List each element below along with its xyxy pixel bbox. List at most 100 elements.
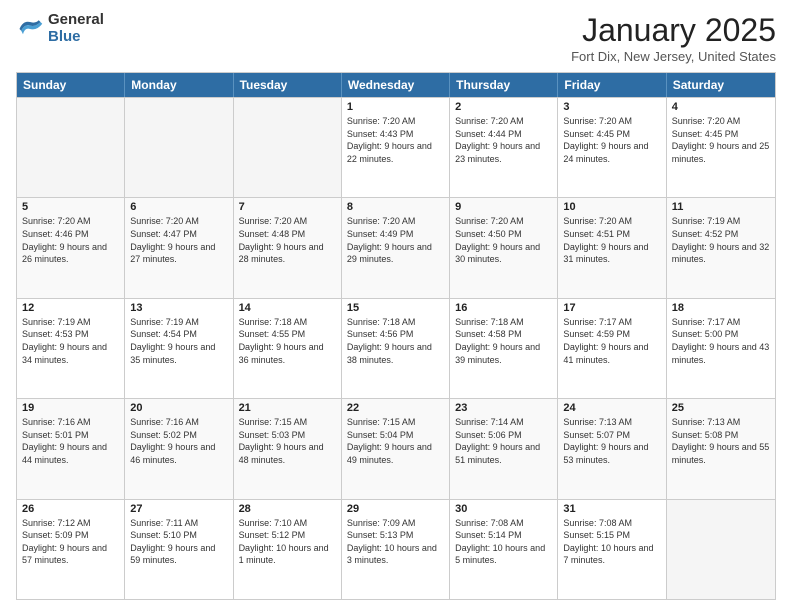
day-number: 2 (455, 101, 552, 113)
day-cell-5-5: 30 Sunrise: 7:08 AM Sunset: 5:14 PM Dayli… (450, 500, 558, 599)
calendar-header-row: Sunday Monday Tuesday Wednesday Thursday… (17, 73, 775, 97)
day-info: Sunrise: 7:20 AM Sunset: 4:47 PM Dayligh… (130, 215, 227, 265)
day-number: 19 (22, 402, 119, 414)
day-cell-1-7: 4Sunrise: 7:20 AM Sunset: 4:45 PM Daylig… (667, 98, 775, 197)
day-cell-2-7: 11Sunrise: 7:19 AM Sunset: 4:52 PM Dayli… (667, 198, 775, 297)
day-info: Sunrise: 7:18 AM Sunset: 4:55 PM Dayligh… (239, 316, 336, 366)
day-number: 1 (347, 101, 444, 113)
day-cell-5-6: 31Sunrise: 7:08 AM Sunset: 5:15 PM Dayli… (558, 500, 666, 599)
day-number: 21 (239, 402, 336, 414)
day-cell-4-1: 19 Sunrise: 7:16 AM Sunset: 5:01 PM Dayli… (17, 399, 125, 498)
title-block: January 2025 Fort Dix, New Jersey, Unite… (571, 12, 776, 64)
day-info: Sunrise: 7:19 AM Sunset: 4:54 PM Dayligh… (130, 316, 227, 366)
day-cell-1-4: 1 Sunrise: 7:20 AM Sunset: 4:43 PM Daylig… (342, 98, 450, 197)
day-cell-3-1: 12Sunrise: 7:19 AM Sunset: 4:53 PM Dayli… (17, 299, 125, 398)
day-cell-2-5: 9 Sunrise: 7:20 AM Sunset: 4:50 PM Daylig… (450, 198, 558, 297)
day-info: Sunrise: 7:17 AM Sunset: 4:59 PM Dayligh… (563, 316, 660, 366)
day-info: Sunrise: 7:10 AM Sunset: 5:12 PM Dayligh… (239, 517, 336, 567)
day-cell-5-7 (667, 500, 775, 599)
day-info: Sunrise: 7:20 AM Sunset: 4:45 PM Dayligh… (672, 115, 770, 165)
day-cell-5-4: 29Sunrise: 7:09 AM Sunset: 5:13 PM Dayli… (342, 500, 450, 599)
header-tuesday: Tuesday (234, 73, 342, 97)
logo-icon (16, 15, 44, 43)
day-number: 24 (563, 402, 660, 414)
day-info: Sunrise: 7:20 AM Sunset: 4:51 PM Dayligh… (563, 215, 660, 265)
day-info: Sunrise: 7:14 AM Sunset: 5:06 PM Dayligh… (455, 416, 552, 466)
day-number: 6 (130, 201, 227, 213)
day-cell-3-6: 17 Sunrise: 7:17 AM Sunset: 4:59 PM Dayli… (558, 299, 666, 398)
day-number: 28 (239, 503, 336, 515)
day-info: Sunrise: 7:08 AM Sunset: 5:14 PM Dayligh… (455, 517, 552, 567)
day-info: Sunrise: 7:16 AM Sunset: 5:02 PM Dayligh… (130, 416, 227, 466)
day-number: 5 (22, 201, 119, 213)
day-info: Sunrise: 7:16 AM Sunset: 5:01 PM Dayligh… (22, 416, 119, 466)
day-cell-1-1 (17, 98, 125, 197)
day-info: Sunrise: 7:12 AM Sunset: 5:09 PM Dayligh… (22, 517, 119, 567)
day-cell-1-6: 3 Sunrise: 7:20 AM Sunset: 4:45 PM Daylig… (558, 98, 666, 197)
day-cell-1-5: 2 Sunrise: 7:20 AM Sunset: 4:44 PM Daylig… (450, 98, 558, 197)
logo-general-text: General (48, 12, 104, 29)
day-cell-5-3: 28 Sunrise: 7:10 AM Sunset: 5:12 PM Dayli… (234, 500, 342, 599)
day-number: 13 (130, 302, 227, 314)
day-cell-3-5: 16 Sunrise: 7:18 AM Sunset: 4:58 PM Dayli… (450, 299, 558, 398)
day-number: 3 (563, 101, 660, 113)
header-friday: Friday (558, 73, 666, 97)
day-info: Sunrise: 7:20 AM Sunset: 4:45 PM Dayligh… (563, 115, 660, 165)
day-info: Sunrise: 7:20 AM Sunset: 4:50 PM Dayligh… (455, 215, 552, 265)
day-cell-3-3: 14 Sunrise: 7:18 AM Sunset: 4:55 PM Dayli… (234, 299, 342, 398)
day-cell-5-2: 27Sunrise: 7:11 AM Sunset: 5:10 PM Dayli… (125, 500, 233, 599)
day-cell-2-2: 6 Sunrise: 7:20 AM Sunset: 4:47 PM Daylig… (125, 198, 233, 297)
day-info: Sunrise: 7:18 AM Sunset: 4:56 PM Dayligh… (347, 316, 444, 366)
day-cell-4-6: 24Sunrise: 7:13 AM Sunset: 5:07 PM Dayli… (558, 399, 666, 498)
logo: General Blue (16, 12, 104, 45)
day-number: 10 (563, 201, 660, 213)
header-thursday: Thursday (450, 73, 558, 97)
day-info: Sunrise: 7:15 AM Sunset: 5:03 PM Dayligh… (239, 416, 336, 466)
header-sunday: Sunday (17, 73, 125, 97)
day-cell-4-2: 20 Sunrise: 7:16 AM Sunset: 5:02 PM Dayli… (125, 399, 233, 498)
day-number: 30 (455, 503, 552, 515)
day-cell-5-1: 26 Sunrise: 7:12 AM Sunset: 5:09 PM Dayli… (17, 500, 125, 599)
day-number: 8 (347, 201, 444, 213)
day-number: 16 (455, 302, 552, 314)
day-cell-4-5: 23 Sunrise: 7:14 AM Sunset: 5:06 PM Dayli… (450, 399, 558, 498)
day-cell-1-3 (234, 98, 342, 197)
day-cell-2-3: 7Sunrise: 7:20 AM Sunset: 4:48 PM Daylig… (234, 198, 342, 297)
day-cell-3-2: 13 Sunrise: 7:19 AM Sunset: 4:54 PM Dayli… (125, 299, 233, 398)
day-number: 14 (239, 302, 336, 314)
day-info: Sunrise: 7:20 AM Sunset: 4:44 PM Dayligh… (455, 115, 552, 165)
day-cell-4-3: 21 Sunrise: 7:15 AM Sunset: 5:03 PM Dayli… (234, 399, 342, 498)
day-number: 15 (347, 302, 444, 314)
day-number: 25 (672, 402, 770, 414)
day-info: Sunrise: 7:20 AM Sunset: 4:49 PM Dayligh… (347, 215, 444, 265)
day-info: Sunrise: 7:19 AM Sunset: 4:52 PM Dayligh… (672, 215, 770, 265)
day-cell-4-4: 22 Sunrise: 7:15 AM Sunset: 5:04 PM Dayli… (342, 399, 450, 498)
day-number: 22 (347, 402, 444, 414)
day-number: 23 (455, 402, 552, 414)
calendar: Sunday Monday Tuesday Wednesday Thursday… (16, 72, 776, 600)
logo-blue-text: Blue (48, 29, 104, 46)
day-info: Sunrise: 7:17 AM Sunset: 5:00 PM Dayligh… (672, 316, 770, 366)
header-wednesday: Wednesday (342, 73, 450, 97)
day-number: 26 (22, 503, 119, 515)
day-number: 31 (563, 503, 660, 515)
week-row-3: 12Sunrise: 7:19 AM Sunset: 4:53 PM Dayli… (17, 298, 775, 398)
day-cell-3-4: 15 Sunrise: 7:18 AM Sunset: 4:56 PM Dayli… (342, 299, 450, 398)
day-number: 17 (563, 302, 660, 314)
header: General Blue January 2025 Fort Dix, New … (16, 12, 776, 64)
day-number: 20 (130, 402, 227, 414)
day-cell-3-7: 18Sunrise: 7:17 AM Sunset: 5:00 PM Dayli… (667, 299, 775, 398)
week-row-4: 19 Sunrise: 7:16 AM Sunset: 5:01 PM Dayli… (17, 398, 775, 498)
day-info: Sunrise: 7:13 AM Sunset: 5:08 PM Dayligh… (672, 416, 770, 466)
week-row-1: 1 Sunrise: 7:20 AM Sunset: 4:43 PM Daylig… (17, 97, 775, 197)
day-info: Sunrise: 7:20 AM Sunset: 4:48 PM Dayligh… (239, 215, 336, 265)
day-info: Sunrise: 7:20 AM Sunset: 4:43 PM Dayligh… (347, 115, 444, 165)
day-info: Sunrise: 7:11 AM Sunset: 5:10 PM Dayligh… (130, 517, 227, 567)
day-cell-1-2 (125, 98, 233, 197)
week-row-2: 5Sunrise: 7:20 AM Sunset: 4:46 PM Daylig… (17, 197, 775, 297)
day-cell-4-7: 25 Sunrise: 7:13 AM Sunset: 5:08 PM Dayli… (667, 399, 775, 498)
day-number: 12 (22, 302, 119, 314)
day-info: Sunrise: 7:18 AM Sunset: 4:58 PM Dayligh… (455, 316, 552, 366)
day-number: 9 (455, 201, 552, 213)
day-info: Sunrise: 7:15 AM Sunset: 5:04 PM Dayligh… (347, 416, 444, 466)
